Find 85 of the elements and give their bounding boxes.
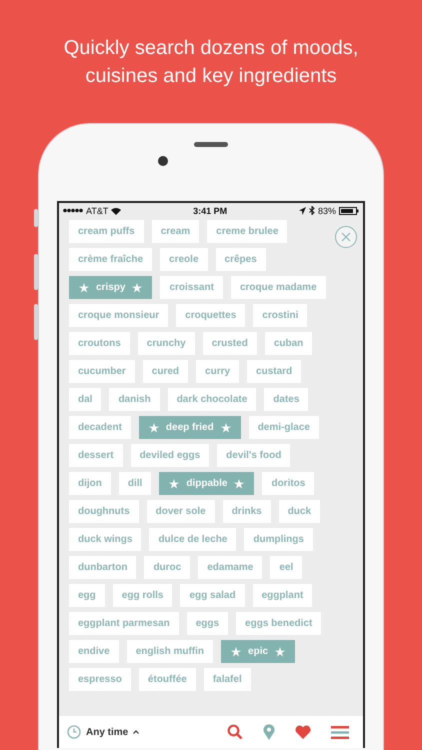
tag-chip[interactable]: dunbarton — [69, 556, 136, 579]
tag-chip[interactable]: drinks — [222, 500, 271, 523]
tag-chip[interactable]: dippable — [159, 472, 254, 495]
star-icon — [148, 422, 159, 432]
tag-chip[interactable]: eggplant parmesan — [69, 612, 179, 635]
tag-chip[interactable]: dill — [118, 472, 152, 495]
caret-icon — [133, 730, 140, 734]
battery-icon — [339, 206, 359, 214]
tag-chip[interactable]: dal — [69, 388, 102, 411]
tag-chip[interactable]: decadent — [69, 416, 131, 439]
tag-chip[interactable]: dates — [264, 388, 308, 411]
tag-chip[interactable]: creme brulee — [207, 220, 288, 243]
tag-chip[interactable]: dumplings — [244, 528, 313, 551]
star-icon — [169, 478, 180, 488]
tag-chip[interactable]: dover sole — [146, 500, 215, 523]
location-arrow-icon — [298, 206, 306, 214]
status-time: 3:41 PM — [193, 206, 228, 216]
tag-chip[interactable]: croutons — [69, 332, 130, 355]
speaker-slot — [194, 142, 228, 147]
tag-chip[interactable]: eggplant — [252, 584, 312, 607]
tag-chip[interactable]: doritos — [262, 472, 314, 495]
headline: Quickly search dozens of moods, cuisines and key ingredients — [62, 36, 360, 89]
tag-chip[interactable]: eggs — [186, 612, 228, 635]
tag-chip[interactable]: cured — [142, 360, 188, 383]
tag-chip[interactable]: croissant — [160, 276, 223, 299]
carrier-label: AT&T — [86, 206, 108, 216]
camera-lens — [158, 156, 168, 166]
menu-icon[interactable] — [331, 726, 349, 738]
time-filter-button[interactable]: Any time — [67, 725, 140, 739]
star-icon — [231, 646, 242, 656]
tag-chip[interactable]: deep fried — [138, 416, 241, 439]
tag-chip[interactable]: crispy — [69, 276, 152, 299]
tag-chip[interactable]: croque monsieur — [69, 304, 168, 327]
battery-percent: 83% — [318, 206, 336, 216]
star-icon — [275, 646, 286, 656]
tag-chip[interactable]: duck — [278, 500, 320, 523]
tag-chip[interactable]: étouffée — [138, 668, 196, 691]
tag-chip[interactable]: eel — [270, 556, 302, 579]
tag-chip[interactable]: egg rolls — [112, 584, 172, 607]
close-icon — [341, 232, 351, 242]
signal-icon — [63, 208, 83, 213]
tag-chip[interactable]: crusted — [202, 332, 257, 355]
tag-chip[interactable]: cream puffs — [69, 220, 144, 243]
wifi-icon — [111, 206, 122, 214]
tag-chip[interactable]: devil's food — [217, 444, 290, 467]
tag-chip[interactable]: endive — [69, 640, 119, 663]
tag-chip[interactable]: crème fraîche — [69, 248, 152, 271]
heart-icon[interactable] — [295, 725, 311, 739]
bluetooth-icon — [308, 206, 315, 215]
star-icon — [234, 478, 244, 488]
tag-chip[interactable]: creole — [160, 248, 208, 271]
tag-chip[interactable]: egg — [69, 584, 105, 607]
tag-chip[interactable]: egg salad — [180, 584, 245, 607]
tag-chip[interactable]: cream — [152, 220, 200, 243]
tag-chip[interactable]: espresso — [69, 668, 131, 691]
tag-chip[interactable]: crêpes — [216, 248, 266, 271]
tag-chip[interactable]: dulce de leche — [149, 528, 236, 551]
tag-chip[interactable]: edamame — [198, 556, 262, 579]
tag-chip[interactable]: eggs benedict — [236, 612, 322, 635]
tag-chip[interactable]: croquettes — [176, 304, 246, 327]
tag-chip[interactable]: crunchy — [138, 332, 195, 355]
tag-chip[interactable]: dijon — [69, 472, 111, 495]
star-icon — [220, 422, 231, 432]
tag-chip[interactable]: deviled eggs — [130, 444, 210, 467]
tag-chip[interactable]: danish — [109, 388, 160, 411]
tag-chip[interactable]: curry — [196, 360, 240, 383]
tag-chip[interactable]: duroc — [144, 556, 190, 579]
tag-chip[interactable]: cucumber — [69, 360, 135, 383]
tag-chip[interactable]: doughnuts — [69, 500, 139, 523]
tag-chip[interactable]: cuban — [264, 332, 312, 355]
tag-chip[interactable]: demi-glace — [248, 416, 319, 439]
map-pin-icon[interactable] — [263, 724, 275, 740]
tag-chip[interactable]: custard — [247, 360, 302, 383]
tag-chip[interactable]: falafel — [204, 668, 251, 691]
tag-chip[interactable]: dessert — [69, 444, 123, 467]
star-icon — [132, 282, 142, 292]
tag-chip[interactable]: english muffin — [126, 640, 214, 663]
search-icon[interactable] — [227, 724, 243, 740]
tag-chip[interactable]: epic — [221, 640, 296, 663]
clock-icon — [67, 725, 81, 739]
tag-chip[interactable]: crostini — [253, 304, 308, 327]
tag-chip[interactable]: dark chocolate — [168, 388, 256, 411]
tag-chip[interactable]: duck wings — [69, 528, 142, 551]
star-icon — [79, 282, 89, 292]
tag-chip[interactable]: croque madame — [230, 276, 326, 299]
